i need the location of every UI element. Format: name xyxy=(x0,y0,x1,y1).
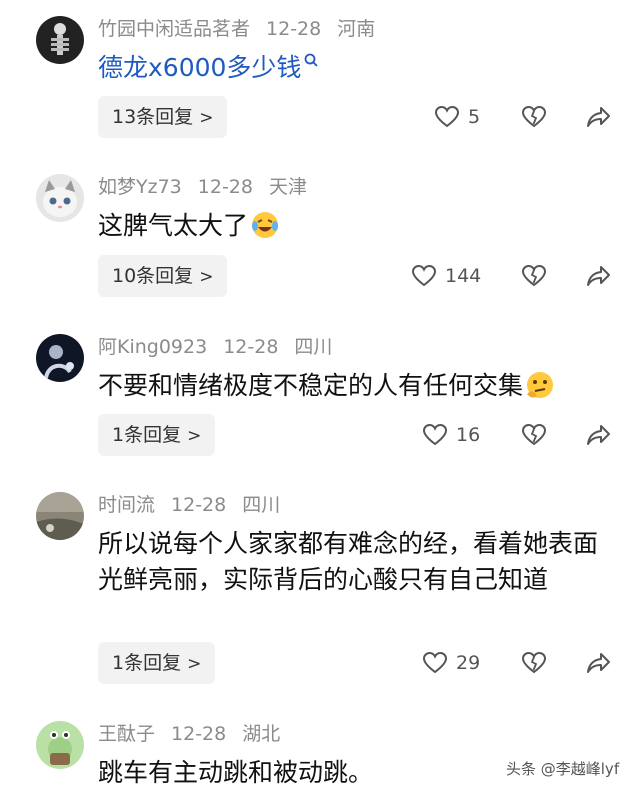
comment-meta: 时间流 12-28 四川 xyxy=(98,492,296,518)
avatar[interactable] xyxy=(36,174,84,222)
like-button[interactable]: 29 xyxy=(422,651,480,675)
comment-location: 湖北 xyxy=(242,723,281,745)
like-button[interactable]: 16 xyxy=(422,423,480,447)
thinking-emoji-icon xyxy=(527,372,554,398)
watermark: 头条 @李越峰lyf xyxy=(506,760,620,778)
heart-outline-icon xyxy=(422,651,448,674)
avatar[interactable] xyxy=(36,16,84,64)
heart-outline-icon xyxy=(422,423,448,446)
comment-meta: 竹园中闲适品茗者 12-28 河南 xyxy=(98,16,391,42)
comment-actions: 29 xyxy=(0,642,640,684)
broken-heart-icon xyxy=(521,651,547,674)
like-count: 144 xyxy=(445,265,482,287)
avatar[interactable] xyxy=(36,334,84,382)
share-button[interactable] xyxy=(586,651,612,679)
like-button[interactable]: 144 xyxy=(411,264,481,288)
like-button[interactable]: 5 xyxy=(434,105,480,129)
comment-location: 四川 xyxy=(242,494,281,516)
heart-outline-icon xyxy=(411,264,437,287)
comment-location: 天津 xyxy=(268,176,307,198)
comment-meta: 如梦Yz73 12-28 天津 xyxy=(98,174,323,200)
like-count: 29 xyxy=(456,652,481,674)
share-arrow-icon xyxy=(587,653,610,673)
comment-date: 12-28 xyxy=(266,18,322,40)
avatar[interactable] xyxy=(36,721,84,769)
comment-text: 所以说每个人家家都有难念的经，看着她表面光鲜亮丽，实际背后的心酸只有自己知道 xyxy=(98,526,608,598)
comment-date: 12-28 xyxy=(171,494,227,516)
share-arrow-icon xyxy=(587,266,610,286)
share-button[interactable] xyxy=(586,264,612,292)
comment-text: 不要和情绪极度不稳定的人有任何交集 xyxy=(98,368,608,404)
comment-text[interactable]: 德龙x6000多少钱 xyxy=(98,50,608,86)
comment-location: 四川 xyxy=(294,336,333,358)
broken-heart-icon xyxy=(521,423,547,446)
username[interactable]: 竹园中闲适品茗者 xyxy=(98,18,250,40)
username[interactable]: 时间流 xyxy=(98,494,155,516)
comment-text-content: 不要和情绪极度不稳定的人有任何交集 xyxy=(98,371,524,400)
like-count: 16 xyxy=(456,424,481,446)
broken-heart-icon xyxy=(521,264,547,287)
share-button[interactable] xyxy=(586,105,612,133)
comment-location: 河南 xyxy=(337,18,376,40)
avatar[interactable] xyxy=(36,492,84,540)
broken-heart-icon xyxy=(521,105,547,128)
heart-outline-icon xyxy=(434,105,460,128)
username[interactable]: 王酞子 xyxy=(98,723,155,745)
comment-actions: 5 xyxy=(0,96,640,138)
comment-meta: 王酞子 12-28 湖北 xyxy=(98,721,296,747)
comment-text-content: 跳车有主动跳和被动跳。 xyxy=(98,758,374,787)
comment-actions: 144 xyxy=(0,255,640,297)
username[interactable]: 阿King0923 xyxy=(98,336,207,358)
comment-text: 这脾气太大了 xyxy=(98,208,608,244)
dislike-button[interactable] xyxy=(521,264,547,292)
comment-meta: 阿King0923 12-28 四川 xyxy=(98,334,348,360)
dislike-button[interactable] xyxy=(521,105,547,133)
dislike-button[interactable] xyxy=(521,423,547,451)
share-arrow-icon xyxy=(587,107,610,127)
comment-actions: 16 xyxy=(0,414,640,456)
share-arrow-icon xyxy=(587,425,610,445)
comment-text-content: 这脾气太大了 xyxy=(98,211,249,240)
share-button[interactable] xyxy=(586,423,612,451)
like-count: 5 xyxy=(468,106,481,128)
dislike-button[interactable] xyxy=(521,651,547,679)
laughing-crying-emoji-icon xyxy=(252,212,279,238)
comment-date: 12-28 xyxy=(171,723,227,745)
search-icon[interactable] xyxy=(303,52,319,70)
comment-text-content: 所以说每个人家家都有难念的经，看着她表面光鲜亮丽，实际背后的心酸只有自己知道 xyxy=(98,529,599,594)
comment-date: 12-28 xyxy=(223,336,279,358)
username[interactable]: 如梦Yz73 xyxy=(98,176,182,198)
comment-date: 12-28 xyxy=(197,176,253,198)
comment-text-content[interactable]: 德龙x6000多少钱 xyxy=(98,53,301,82)
